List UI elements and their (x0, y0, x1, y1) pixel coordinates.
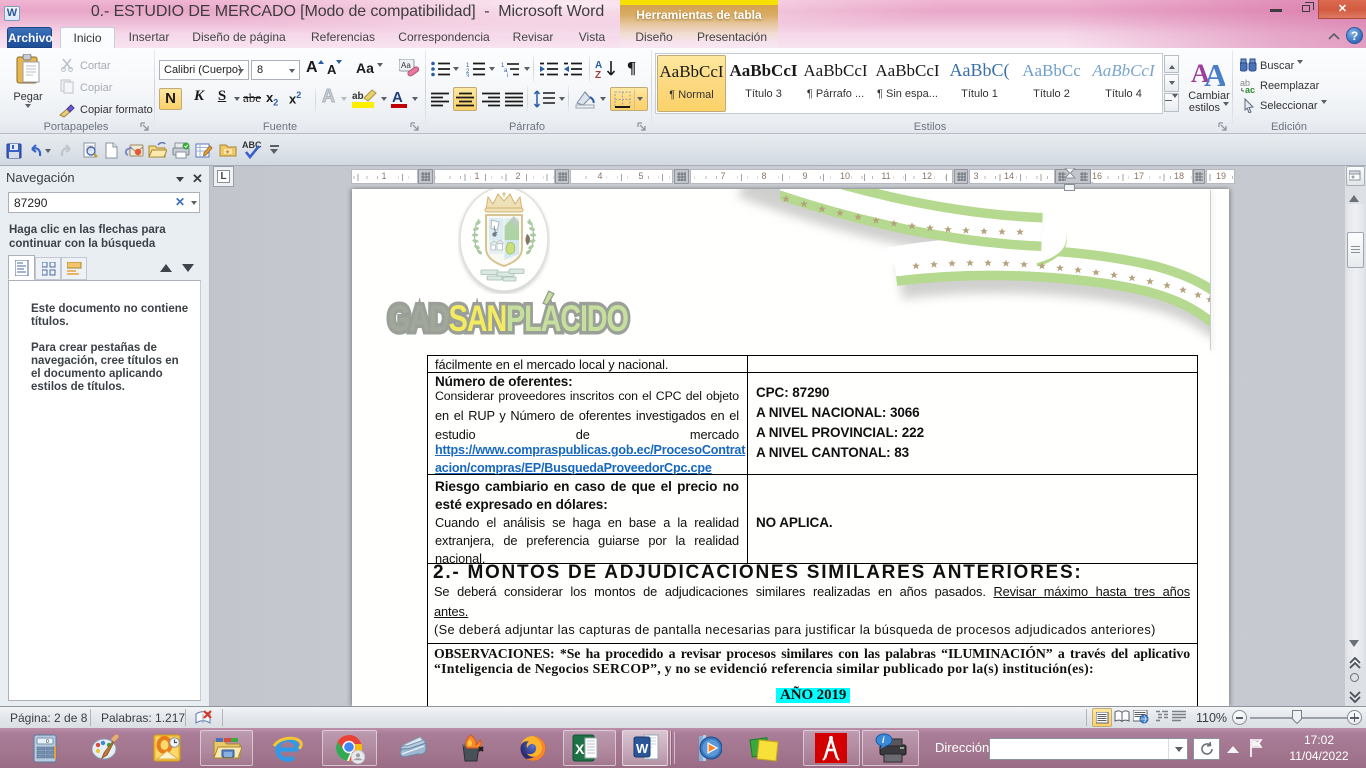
svg-text:Aa: Aa (401, 61, 411, 70)
svg-text:i: i (507, 73, 508, 77)
svg-text:X: X (575, 741, 585, 757)
svg-text:A: A (1204, 57, 1225, 86)
svg-text:✷: ✷ (225, 149, 230, 156)
svg-text:Z: Z (595, 70, 601, 80)
svg-text:A: A (392, 89, 403, 106)
svg-text:ab: ab (352, 91, 364, 102)
svg-text:0: 0 (46, 739, 49, 745)
svg-text:W: W (636, 741, 649, 756)
svg-text:3: 3 (466, 74, 470, 77)
svg-text:ABC: ABC (242, 140, 262, 150)
svg-text:ac: ac (1245, 85, 1255, 94)
